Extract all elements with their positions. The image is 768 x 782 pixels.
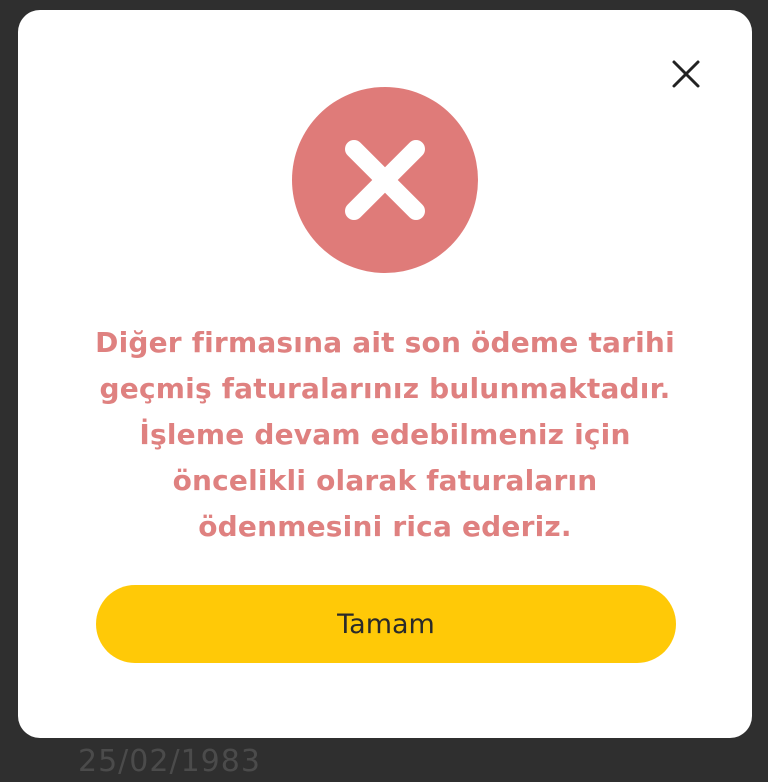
error-x-icon — [345, 140, 425, 220]
error-status-badge — [292, 87, 478, 273]
error-message: Diğer firmasına ait son ödeme tarihi geç… — [95, 326, 675, 543]
close-button[interactable] — [666, 54, 706, 94]
background-date-text: 25/02/1983 — [78, 744, 261, 779]
error-dialog: Diğer firmasına ait son ödeme tarihi geç… — [18, 10, 752, 738]
close-icon — [672, 60, 700, 88]
ok-button[interactable]: Tamam — [96, 585, 676, 663]
